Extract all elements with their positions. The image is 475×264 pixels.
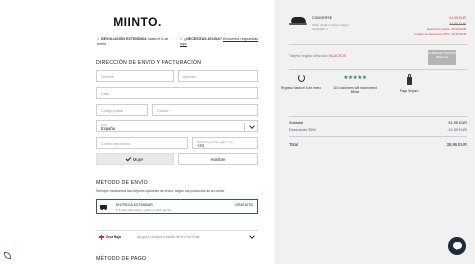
promo-label: Tarjeta regalo utilizado: — [289, 54, 330, 58]
select-divider — [244, 123, 245, 131]
rating-stars-icon: ★★★★★ — [343, 75, 367, 81]
feature-returns: Regreso hasta el 6 de enero — [279, 74, 323, 90]
checkout-form-panel: MIINTO. ✓ DEVOLUCIÓN EXTENDIDA hasta el … — [0, 0, 275, 264]
phone-value: +34 — [197, 143, 204, 149]
shipping-option-price: GRATUITO — [235, 203, 253, 207]
postal-code-field[interactable]: Código postal — [96, 104, 148, 116]
product-quantity: Cantidad: 1 — [312, 27, 328, 31]
note-bold: ¿NECESITAS AYUDA? — [184, 37, 223, 41]
truck-icon — [100, 205, 107, 211]
red-cross-name: Cruz Roja — [106, 235, 121, 239]
subtotal-row: Subtotal 51,95 EUR — [289, 121, 467, 125]
subtotal-label: Subtotal — [289, 121, 303, 125]
total-row: Total 38,96 EUR — [289, 142, 467, 147]
remove-gift-card-button[interactable]: Eliminar tarjeta regalo — [428, 50, 456, 65]
promo-applied-text: Tarjeta regalo utilizado: BLACK25 — [289, 54, 346, 58]
discount-row: Descuento 25% -12,99 EUR — [289, 128, 467, 132]
help-note: ✓ ¿NECESITAS AYUDA? Encuentra respuestas… — [180, 37, 260, 47]
phone-field[interactable]: Teléfono (prefijo país + N) +34 — [192, 137, 258, 149]
shipping-option-subtitle: 1-5 días laborables, gratis a partir de … — [116, 208, 173, 212]
red-cross-text: Apoya a Ucrania a través de la Cruz Roja — [137, 235, 200, 239]
product-discount-code: Código de descuento 25% -12,99 EUR — [414, 32, 466, 36]
country-select[interactable]: País España — [96, 120, 258, 132]
country-value: España — [101, 126, 115, 132]
red-cross-icon — [99, 234, 104, 240]
lock-icon — [406, 74, 412, 85]
chevron-down-icon — [249, 233, 255, 239]
note-bold: DEVOLUCIÓN EXTENDIDA — [101, 37, 147, 41]
discount-value: -12,99 EUR — [447, 128, 467, 132]
feature-reviews: ★★★★★ 110 customers will recommend Miint… — [333, 74, 377, 94]
chat-bubble-icon — [452, 242, 462, 250]
shipping-option-standard[interactable]: ENTREGA ESTÁNDAR 1-5 días laborables, gr… — [96, 199, 258, 214]
shoe-sole — [289, 23, 307, 25]
divider — [289, 136, 467, 137]
divider — [289, 69, 467, 70]
total-label: Total — [289, 142, 298, 147]
shipping-section-title: MÉTODO DE ENVÍO — [96, 180, 148, 186]
address-section-title: DIRECCIÓN DE ENVÍO Y FACTURACIÓN — [96, 60, 202, 66]
refresh-icon — [297, 74, 305, 82]
feature-secure: Pago Seguro — [387, 74, 431, 93]
product-meta: Talla: 41 EU | Color: Negro Cantidad: 1 — [312, 23, 349, 31]
feature-secure-text: Pago Seguro — [399, 89, 419, 93]
gender-female-label: Mujer — [132, 157, 144, 162]
shipping-description: Siempre mostramos las mejores opciones d… — [96, 189, 225, 193]
total-value: 38,96 EUR — [446, 142, 467, 147]
brand-logo[interactable]: MIINTO. — [0, 15, 275, 29]
discount-label: Descuento 25% — [289, 128, 316, 132]
divider — [289, 44, 467, 45]
product-price-old: 64,95 EUR — [449, 22, 466, 26]
last-name-field[interactable]: Apellido — [178, 70, 258, 82]
payment-section-title: MÉTODO DE PAGO — [96, 256, 147, 262]
subtotal-value: 51,95 EUR — [448, 121, 467, 125]
promo-code: BLACK25 — [329, 54, 346, 58]
feature-reviews-text: 110 customers will recommend Miinto — [333, 86, 377, 95]
product-price-now: 51,95 EUR — [449, 16, 466, 20]
order-summary-panel: CONVERSE Talla: 41 EU | Color: Negro Can… — [275, 0, 475, 264]
gender-female-button[interactable]: Mujer — [96, 153, 174, 165]
chat-button[interactable] — [448, 237, 466, 255]
product-name: CONVERSE — [312, 16, 333, 20]
feature-returns-text: Regreso hasta el 6 de enero — [280, 86, 322, 90]
divider — [289, 116, 467, 117]
red-cross-donation-select[interactable]: Cruz Roja Apoya a Ucrania a través de la… — [96, 230, 258, 242]
email-field[interactable]: Correo electrónico — [96, 137, 188, 149]
gender-male-button[interactable]: Hombre — [178, 153, 258, 165]
street-field[interactable]: Calle — [96, 87, 258, 99]
first-name-field[interactable]: Nombre — [96, 70, 174, 82]
product-discount-editor: Descuento editor -45,00 EUR — [426, 27, 466, 31]
shipping-option-name: ENTREGA ESTÁNDAR — [116, 203, 153, 207]
check-icon — [125, 155, 132, 162]
leaf-icon[interactable] — [4, 252, 11, 259]
extended-return-note: ✓ DEVOLUCIÓN EXTENDIDA hasta el 6 de ene… — [97, 37, 177, 47]
city-field[interactable]: Ciudad — [152, 104, 258, 116]
product-image — [289, 15, 307, 27]
